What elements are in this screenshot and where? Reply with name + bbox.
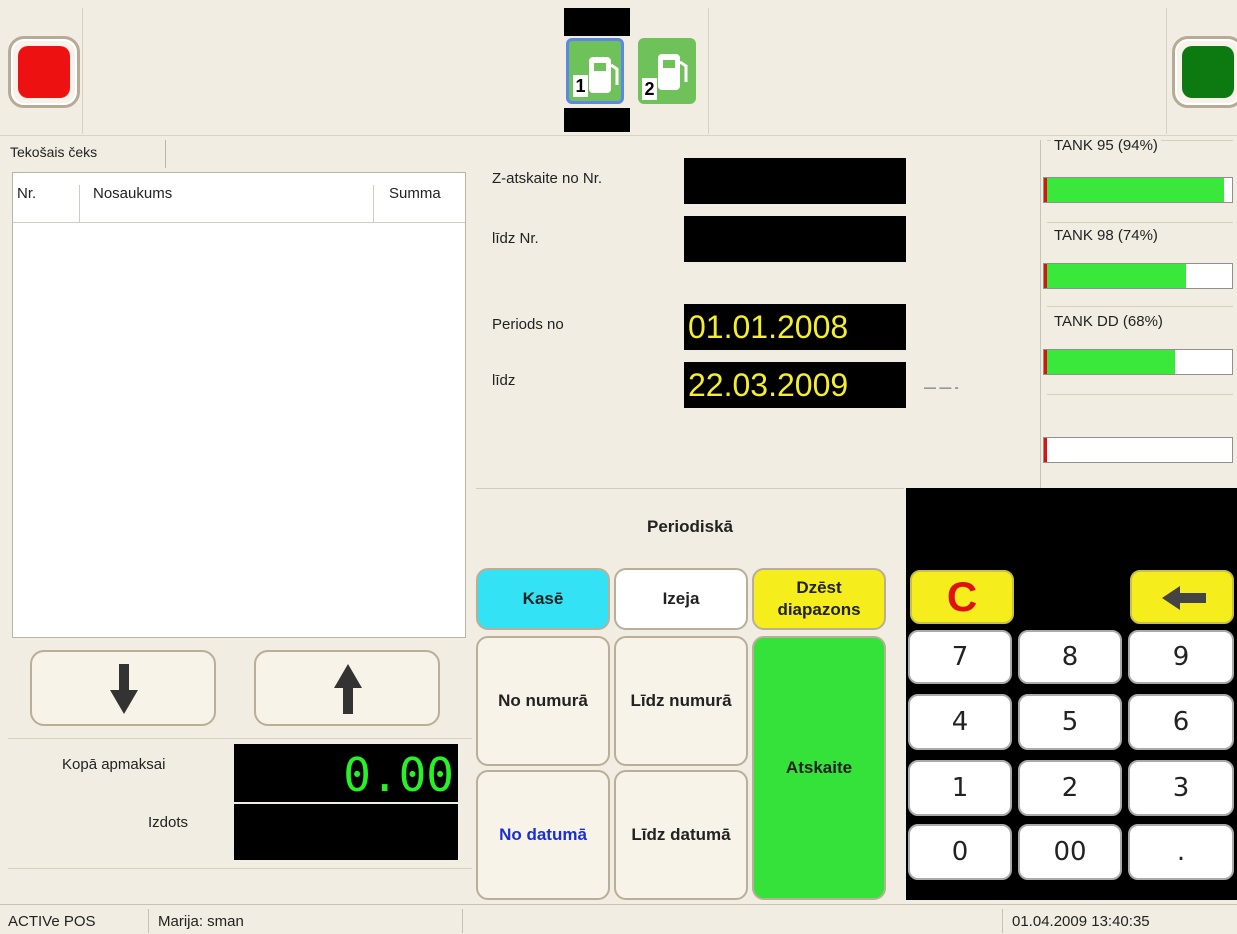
period-from-input[interactable]: 01.01.2008 <box>684 304 906 350</box>
key-1[interactable]: 1 <box>908 760 1012 816</box>
key-3[interactable]: 3 <box>1128 760 1234 816</box>
tank-fill <box>1044 438 1047 462</box>
tank-level-bar <box>1043 177 1233 203</box>
tab-label: Tekošais čeks <box>10 144 98 160</box>
kase-button[interactable]: Kasē <box>476 568 610 630</box>
pump-number: 1 <box>573 75 588 97</box>
tank-98: TANK 98 (74%) <box>1043 222 1233 290</box>
top-toolbar: 1 2 <box>0 0 1237 136</box>
period-to-value: 22.03.2009 <box>688 367 849 403</box>
divider <box>8 738 472 739</box>
fuel-pump-icon <box>658 54 688 90</box>
to-number-button[interactable]: Līdz numurā <box>614 636 748 766</box>
numeric-keypad: C 7 8 9 4 5 6 1 2 3 0 00 . <box>906 564 1237 900</box>
key-0[interactable]: 0 <box>908 824 1012 880</box>
change-label: Izdots <box>148 814 189 831</box>
tank-95: TANK 95 (94%) <box>1043 137 1233 208</box>
go-square-icon <box>1182 46 1234 98</box>
tank-level-bar <box>1043 263 1233 289</box>
tank-levels-panel: TANK 95 (94%) TANK 98 (74%) TANK DD (68%… <box>1040 137 1233 488</box>
tank-dd: TANK DD (68%) <box>1043 306 1233 375</box>
key-9[interactable]: 9 <box>1128 630 1234 684</box>
tank-empty <box>1043 394 1233 463</box>
from-number-button[interactable]: No numurā <box>476 636 610 766</box>
scroll-down-button[interactable] <box>30 650 216 726</box>
status-datetime: 01.04.2009 13:40:35 <box>1012 913 1150 930</box>
tab-current-receipt[interactable]: Tekošais čeks <box>8 140 166 168</box>
column-header-sum: Summa <box>389 185 441 202</box>
stop-button[interactable] <box>8 36 80 108</box>
tank-label: TANK DD (68%) <box>1051 313 1166 330</box>
report-mode-label: Periodiskā <box>476 488 904 564</box>
z-to-value <box>684 221 688 257</box>
toolbar-divider <box>82 8 83 134</box>
tank-fill <box>1044 264 1187 288</box>
status-user: Marija: sman <box>158 913 244 930</box>
key-5[interactable]: 5 <box>1018 694 1122 750</box>
backspace-arrow-icon <box>1162 586 1206 610</box>
from-date-button[interactable]: No datumā <box>476 770 610 900</box>
key-6[interactable]: 6 <box>1128 694 1234 750</box>
pump-indicator-top <box>564 8 630 36</box>
period-to-input[interactable]: 22.03.2009 <box>684 362 906 408</box>
stop-square-icon <box>18 46 70 98</box>
column-header-nr: Nr. <box>17 185 37 202</box>
report-button[interactable]: Atskaite <box>752 636 886 900</box>
tank-level-bar <box>1043 349 1233 375</box>
receipt-table[interactable]: Nr. Nosaukums Summa <box>12 172 466 638</box>
change-display <box>234 804 458 860</box>
pump-number: 2 <box>642 78 657 100</box>
pump-1-button[interactable]: 1 <box>566 38 624 104</box>
toolbar-divider <box>708 8 709 134</box>
key-decimal[interactable]: . <box>1128 824 1234 880</box>
arrow-down-icon <box>110 664 138 714</box>
period-from-value: 01.01.2008 <box>688 309 849 345</box>
z-from-value <box>684 163 688 199</box>
period-from-label: Periods no <box>492 316 564 333</box>
tank-fill <box>1044 178 1224 202</box>
tank-label: TANK 95 (94%) <box>1051 137 1161 154</box>
exit-button[interactable]: Izeja <box>614 568 748 630</box>
arrow-up-icon <box>334 664 362 714</box>
scroll-up-button[interactable] <box>254 650 440 726</box>
tank-label: TANK 98 (74%) <box>1051 227 1161 244</box>
tank-fill <box>1044 350 1175 374</box>
clear-range-button[interactable]: Dzēst diapazons <box>752 568 886 630</box>
tank-level-bar <box>1043 437 1233 463</box>
backspace-key[interactable] <box>1130 570 1234 624</box>
key-4[interactable]: 4 <box>908 694 1012 750</box>
key-8[interactable]: 8 <box>1018 630 1122 684</box>
pump-2-button[interactable]: 2 <box>638 38 696 104</box>
to-date-button[interactable]: Līdz datumā <box>614 770 748 900</box>
fuel-pump-icon <box>589 57 619 93</box>
keypad-display <box>906 488 1237 564</box>
period-to-label: līdz <box>492 372 516 389</box>
pump-indicator-bottom <box>564 108 630 132</box>
z-to-label: līdz Nr. <box>492 230 539 247</box>
total-value: 0.00 <box>343 748 454 802</box>
divider <box>8 868 472 869</box>
status-app-name: ACTIVe POS <box>8 913 96 930</box>
toolbar-divider <box>1166 8 1167 134</box>
clear-key[interactable]: C <box>910 570 1014 624</box>
status-bar: ACTIVe POS Marija: sman 01.04.2009 13:40… <box>0 904 1237 934</box>
column-header-name: Nosaukums <box>93 185 173 202</box>
receipt-table-header: Nr. Nosaukums Summa <box>13 173 465 223</box>
z-from-label: Z-atskaite no Nr. <box>492 170 603 187</box>
go-button[interactable] <box>1172 36 1237 108</box>
dash-indicator: — — - <box>924 380 959 394</box>
total-label: Kopā apmaksai <box>62 756 166 773</box>
total-display: 0.00 <box>234 744 458 802</box>
z-from-input[interactable] <box>684 158 906 204</box>
z-to-input[interactable] <box>684 216 906 262</box>
key-00[interactable]: 00 <box>1018 824 1122 880</box>
key-7[interactable]: 7 <box>908 630 1012 684</box>
key-2[interactable]: 2 <box>1018 760 1122 816</box>
